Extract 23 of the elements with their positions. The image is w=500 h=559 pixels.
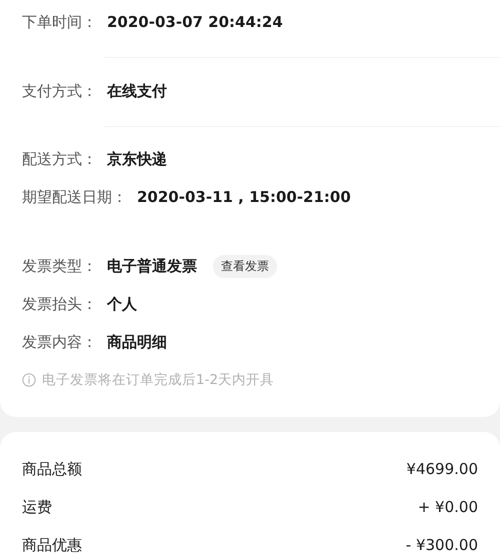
field-value: 商品明细	[107, 332, 167, 352]
invoice-note: 电子发票将在订单完成后1-2天内开具	[42, 371, 274, 389]
field-value: 电子普通发票	[107, 256, 197, 276]
field-label: 发票内容：	[22, 332, 97, 352]
price-amount: + ¥0.00	[418, 498, 478, 516]
field-value: 个人	[107, 294, 137, 314]
field-label: 发票抬头：	[22, 294, 97, 314]
field-label: 发票类型：	[22, 256, 97, 276]
price-label: 商品总额	[22, 460, 82, 478]
field-value: 京东快递	[107, 150, 167, 168]
field-value: 2020-03-07 20:44:24	[107, 13, 283, 31]
price-amount: - ¥300.00	[406, 536, 478, 554]
price-label: 商品优惠	[22, 536, 82, 554]
field-value: 2020-03-11 , 15:00-21:00	[137, 188, 351, 206]
price-label: 运费	[22, 498, 52, 516]
view-invoice-button[interactable]: 查看发票	[213, 254, 277, 278]
field-label: 支付方式：	[22, 82, 97, 100]
field-label: 下单时间：	[22, 12, 97, 32]
price-amount: ¥4699.00	[406, 460, 478, 478]
field-label: 配送方式：	[22, 150, 97, 168]
info-icon	[22, 373, 36, 387]
field-label: 期望配送日期：	[22, 188, 127, 206]
field-value: 在线支付	[107, 82, 167, 100]
